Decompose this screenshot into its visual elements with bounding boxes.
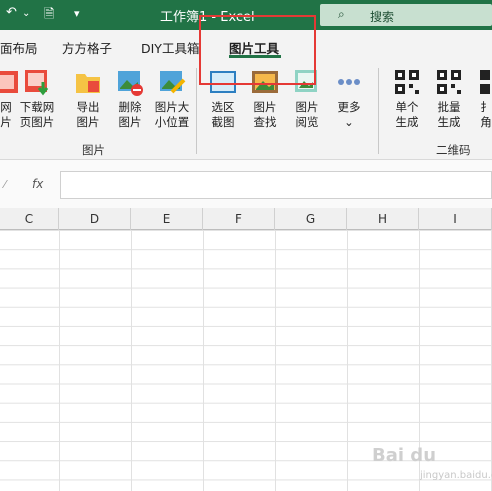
undo-dropdown-icon[interactable]: ⌄ bbox=[22, 8, 30, 19]
search-icon: ⌕ bbox=[338, 7, 345, 21]
highlight-box bbox=[199, 15, 316, 85]
download-web-images-button[interactable]: 下载网 页图片 bbox=[17, 68, 57, 130]
customize-toolbar-icon[interactable]: ▾ bbox=[74, 7, 80, 20]
column-header-d[interactable]: D bbox=[59, 208, 131, 230]
qrcode-batch-label: 批量 生成 bbox=[437, 100, 461, 129]
delete-images-button[interactable]: 删除 图片 bbox=[110, 68, 150, 130]
qrcode-single-button[interactable]: 单个 生成 bbox=[387, 68, 427, 130]
image-size-position-button[interactable]: 图片大 小位置 bbox=[152, 68, 192, 130]
group-label-image: 图片 bbox=[82, 143, 105, 157]
qrcode-batch-icon bbox=[435, 68, 463, 96]
watermark-subtext: jingyan.baidu.com bbox=[420, 470, 492, 481]
grid-column-line bbox=[347, 230, 348, 491]
partial-label: 扌 角 bbox=[480, 100, 492, 129]
column-header-g[interactable]: G bbox=[275, 208, 347, 230]
image-view-label: 图片 阅览 bbox=[295, 100, 319, 129]
qrcode-batch-button[interactable]: 批量 生成 bbox=[429, 68, 469, 130]
formula-bar-divider: ⁄ bbox=[4, 178, 6, 191]
ribbon-separator bbox=[196, 68, 197, 154]
image-size-position-label: 图片大 小位置 bbox=[154, 100, 190, 129]
selection-screenshot-label: 选区 截图 bbox=[211, 100, 235, 129]
document-icon[interactable]: 🗎 bbox=[44, 5, 54, 27]
search-box[interactable]: ⌕ 搜索 bbox=[320, 4, 492, 26]
delete-image-icon bbox=[116, 68, 144, 96]
watermark: Bai du bbox=[372, 445, 437, 466]
fx-icon[interactable]: fx bbox=[32, 177, 43, 191]
download-web-images-label: 下载网 页图片 bbox=[19, 100, 55, 129]
partial-icon bbox=[472, 68, 492, 96]
tab-diy-toolbox[interactable]: DIY工具箱 bbox=[141, 38, 199, 57]
tab-fangfang[interactable]: 方方格子 bbox=[62, 38, 112, 57]
more-dots-icon bbox=[335, 68, 363, 96]
qrcode-single-icon bbox=[393, 68, 421, 96]
grid-column-line bbox=[131, 230, 132, 491]
formula-input[interactable] bbox=[60, 171, 492, 199]
export-folder-icon bbox=[74, 68, 102, 96]
image-find-label: 图片 查找 bbox=[253, 100, 277, 129]
group-label-qrcode: 二维码 bbox=[436, 143, 471, 157]
column-header-c[interactable]: C bbox=[0, 208, 59, 230]
column-header-h[interactable]: H bbox=[347, 208, 419, 230]
partial-button[interactable]: 扌 角 bbox=[471, 68, 492, 130]
column-header-f[interactable]: F bbox=[203, 208, 275, 230]
grid-column-line bbox=[203, 230, 204, 491]
search-label: 搜索 bbox=[370, 10, 395, 24]
export-images-button[interactable]: 导出 图片 bbox=[68, 68, 108, 130]
column-header-row: C D E F G H I bbox=[0, 208, 492, 230]
resize-image-icon bbox=[158, 68, 186, 96]
tab-page-layout[interactable]: 面布局 bbox=[0, 38, 38, 57]
column-header-e[interactable]: E bbox=[131, 208, 203, 230]
delete-images-label: 删除 图片 bbox=[118, 100, 142, 129]
grid-column-line bbox=[275, 230, 276, 491]
download-image-icon bbox=[23, 68, 51, 96]
ribbon-separator bbox=[378, 68, 379, 154]
export-images-label: 导出 图片 bbox=[76, 100, 100, 129]
column-header-i[interactable]: I bbox=[419, 208, 492, 230]
grid-column-line bbox=[59, 230, 60, 491]
more-label: 更多 ⌄ bbox=[337, 100, 361, 129]
more-button[interactable]: 更多 ⌄ bbox=[329, 68, 369, 130]
undo-icon[interactable]: ↶ bbox=[6, 5, 17, 20]
qrcode-single-label: 单个 生成 bbox=[395, 100, 419, 129]
